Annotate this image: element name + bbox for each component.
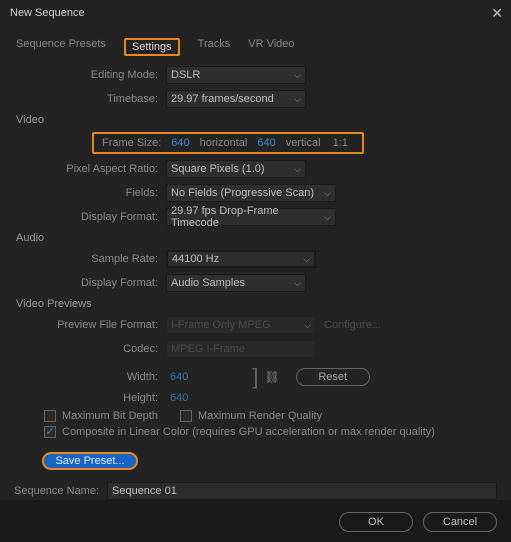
codec-select: MPEG I-Frame xyxy=(166,340,316,358)
pixel-aspect-label: Pixel Aspect Ratio: xyxy=(14,163,166,175)
chevron-down-icon: ⌵ xyxy=(294,70,301,81)
titlebar: New Sequence ✕ xyxy=(0,0,511,26)
chevron-down-icon: ⌵ xyxy=(294,278,301,289)
configure-button: Configure... xyxy=(324,319,381,331)
cancel-button[interactable]: Cancel xyxy=(423,512,497,532)
editing-mode-value: DSLR xyxy=(171,69,200,81)
timebase-value: 29.97 frames/second xyxy=(171,93,274,105)
new-sequence-dialog: New Sequence ✕ Sequence Presets Settings… xyxy=(0,0,511,500)
ok-button[interactable]: OK xyxy=(339,512,413,532)
max-bit-depth-checkbox[interactable] xyxy=(44,410,56,422)
pixel-aspect-value: Square Pixels (1.0) xyxy=(171,163,265,175)
editing-mode-select[interactable]: DSLR ⌵ xyxy=(166,66,306,84)
chevron-down-icon: ⌵ xyxy=(324,212,331,223)
audio-section-label: Audio xyxy=(16,232,497,244)
width-label: Width: xyxy=(14,371,166,383)
tab-settings[interactable]: Settings xyxy=(124,38,180,56)
dialog-footer: OK Cancel xyxy=(0,506,511,542)
audio-display-format-value: Audio Samples xyxy=(171,277,245,289)
chevron-down-icon: ⌵ xyxy=(304,320,311,331)
video-display-format-label: Display Format: xyxy=(14,211,166,223)
preview-file-format-label: Preview File Format: xyxy=(14,319,166,331)
frame-size-label: Frame Size: xyxy=(102,137,161,149)
max-bit-depth-label: Maximum Bit Depth xyxy=(62,410,158,422)
audio-display-format-select[interactable]: Audio Samples ⌵ xyxy=(166,274,306,292)
codec-label: Codec: xyxy=(14,343,166,355)
sample-rate-select[interactable]: 44100 Hz ⌵ xyxy=(166,250,316,268)
window-title: New Sequence xyxy=(10,7,85,19)
aspect-ratio-value: 1:1 xyxy=(327,137,354,149)
tabs: Sequence Presets Settings Tracks VR Vide… xyxy=(16,38,497,56)
max-render-quality-label: Maximum Render Quality xyxy=(198,410,322,422)
video-display-format-value: 29.97 fps Drop-Frame Timecode xyxy=(171,205,324,229)
sequence-name-input[interactable] xyxy=(107,482,497,500)
composite-linear-label: Composite in Linear Color (requires GPU … xyxy=(62,426,435,438)
tab-sequence-presets[interactable]: Sequence Presets xyxy=(16,38,106,56)
preview-width-input: 640 xyxy=(166,371,192,383)
video-section-label: Video xyxy=(16,114,497,126)
height-label: Height: xyxy=(14,392,166,404)
pixel-aspect-select[interactable]: Square Pixels (1.0) ⌵ xyxy=(166,160,306,178)
tab-tracks[interactable]: Tracks xyxy=(198,38,231,56)
editing-mode-label: Editing Mode: xyxy=(14,69,166,81)
fields-label: Fields: xyxy=(14,187,166,199)
chevron-down-icon: ⌵ xyxy=(294,94,301,105)
frame-height-input[interactable]: 640 xyxy=(253,137,279,149)
reset-button[interactable]: Reset xyxy=(296,368,370,386)
chevron-down-icon: ⌵ xyxy=(294,164,301,175)
save-preset-button[interactable]: Save Preset... xyxy=(42,452,138,470)
sequence-name-label: Sequence Name: xyxy=(14,485,99,497)
frame-size-group: Frame Size: 640 horizontal 640 vertical … xyxy=(92,132,364,154)
sample-rate-label: Sample Rate: xyxy=(14,253,166,265)
video-previews-section-label: Video Previews xyxy=(16,298,497,310)
vertical-label: vertical xyxy=(280,137,327,149)
composite-linear-checkbox[interactable] xyxy=(44,426,56,438)
chevron-down-icon: ⌵ xyxy=(303,254,310,265)
close-icon[interactable]: ✕ xyxy=(491,5,503,22)
timebase-select[interactable]: 29.97 frames/second ⌵ xyxy=(166,90,306,108)
chevron-down-icon: ⌵ xyxy=(324,188,331,199)
fields-select[interactable]: No Fields (Progressive Scan) ⌵ xyxy=(166,184,336,202)
codec-value: MPEG I-Frame xyxy=(171,343,245,355)
link-icon[interactable]: ⛓ xyxy=(258,370,285,384)
timebase-label: Timebase: xyxy=(14,93,166,105)
preview-file-format-select: I-Frame Only MPEG ⌵ xyxy=(166,316,316,334)
audio-display-format-label: Display Format: xyxy=(14,277,166,289)
sample-rate-value: 44100 Hz xyxy=(172,253,219,265)
preview-file-format-value: I-Frame Only MPEG xyxy=(171,319,271,331)
max-render-quality-checkbox[interactable] xyxy=(180,410,192,422)
fields-value: No Fields (Progressive Scan) xyxy=(171,187,314,199)
frame-width-input[interactable]: 640 xyxy=(167,137,193,149)
preview-height-input: 640 xyxy=(166,392,192,404)
horizontal-label: horizontal xyxy=(194,137,254,149)
tab-vr-video[interactable]: VR Video xyxy=(248,38,294,56)
video-display-format-select[interactable]: 29.97 fps Drop-Frame Timecode ⌵ xyxy=(166,208,336,226)
